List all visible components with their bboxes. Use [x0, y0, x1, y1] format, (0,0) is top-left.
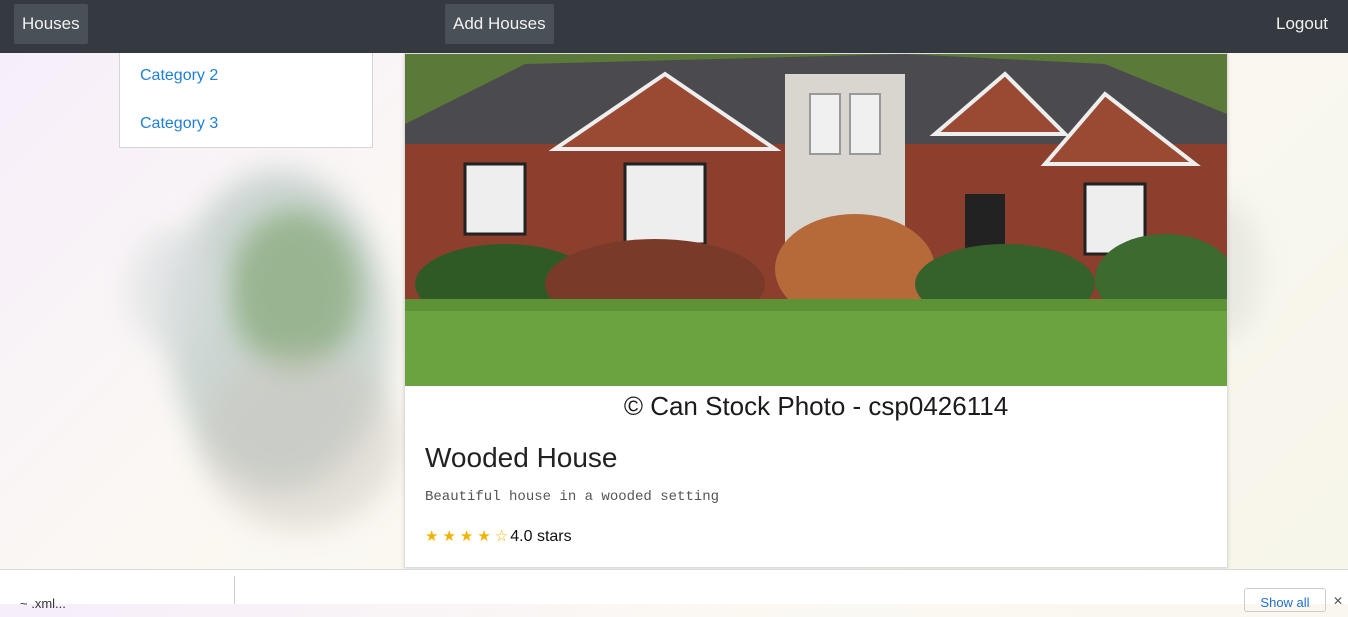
dropdown-item-category-3[interactable]: Category 3: [140, 115, 218, 133]
category-dropdown-menu: Category 2 Category 3: [119, 53, 373, 148]
watercolor-decoration: [200, 350, 400, 530]
star-filled-icon: ★: [442, 528, 456, 545]
house-rating: ★ ★ ★ ★ ☆ 4.0 stars: [425, 527, 572, 546]
nav-houses-button[interactable]: Houses: [14, 4, 88, 44]
download-file-item[interactable]: ~ .xml...: [20, 596, 66, 611]
top-navbar: Houses Add Houses Logout: [0, 0, 1348, 53]
house-card: © Can Stock Photo - csp0426114 Wooded Ho…: [404, 53, 1228, 568]
dropdown-item-category-2[interactable]: Category 2: [140, 67, 218, 85]
watercolor-decoration: [130, 230, 220, 350]
downloads-divider: [234, 576, 235, 604]
house-description: Beautiful house in a wooded setting: [425, 489, 720, 505]
downloads-bar: ~ .xml... Show all ✕: [0, 569, 1348, 612]
image-watermark-caption: © Can Stock Photo - csp0426114: [623, 391, 1009, 421]
star-filled-icon: ★: [477, 528, 491, 545]
house-title: Wooded House: [425, 442, 618, 473]
house-illustration: [405, 54, 1227, 386]
show-all-button[interactable]: Show all: [1244, 588, 1326, 612]
nav-add-houses-button[interactable]: Add Houses: [445, 4, 554, 44]
nav-logout-button[interactable]: Logout: [1276, 4, 1328, 44]
house-photo: [405, 54, 1227, 386]
close-icon[interactable]: ✕: [1333, 594, 1343, 608]
star-filled-icon: ★: [459, 528, 474, 545]
star-filled-icon: ★: [425, 528, 439, 545]
star-empty-icon: ☆: [494, 528, 509, 545]
watercolor-decoration: [230, 210, 360, 370]
rating-label: 4.0 stars: [510, 528, 572, 545]
